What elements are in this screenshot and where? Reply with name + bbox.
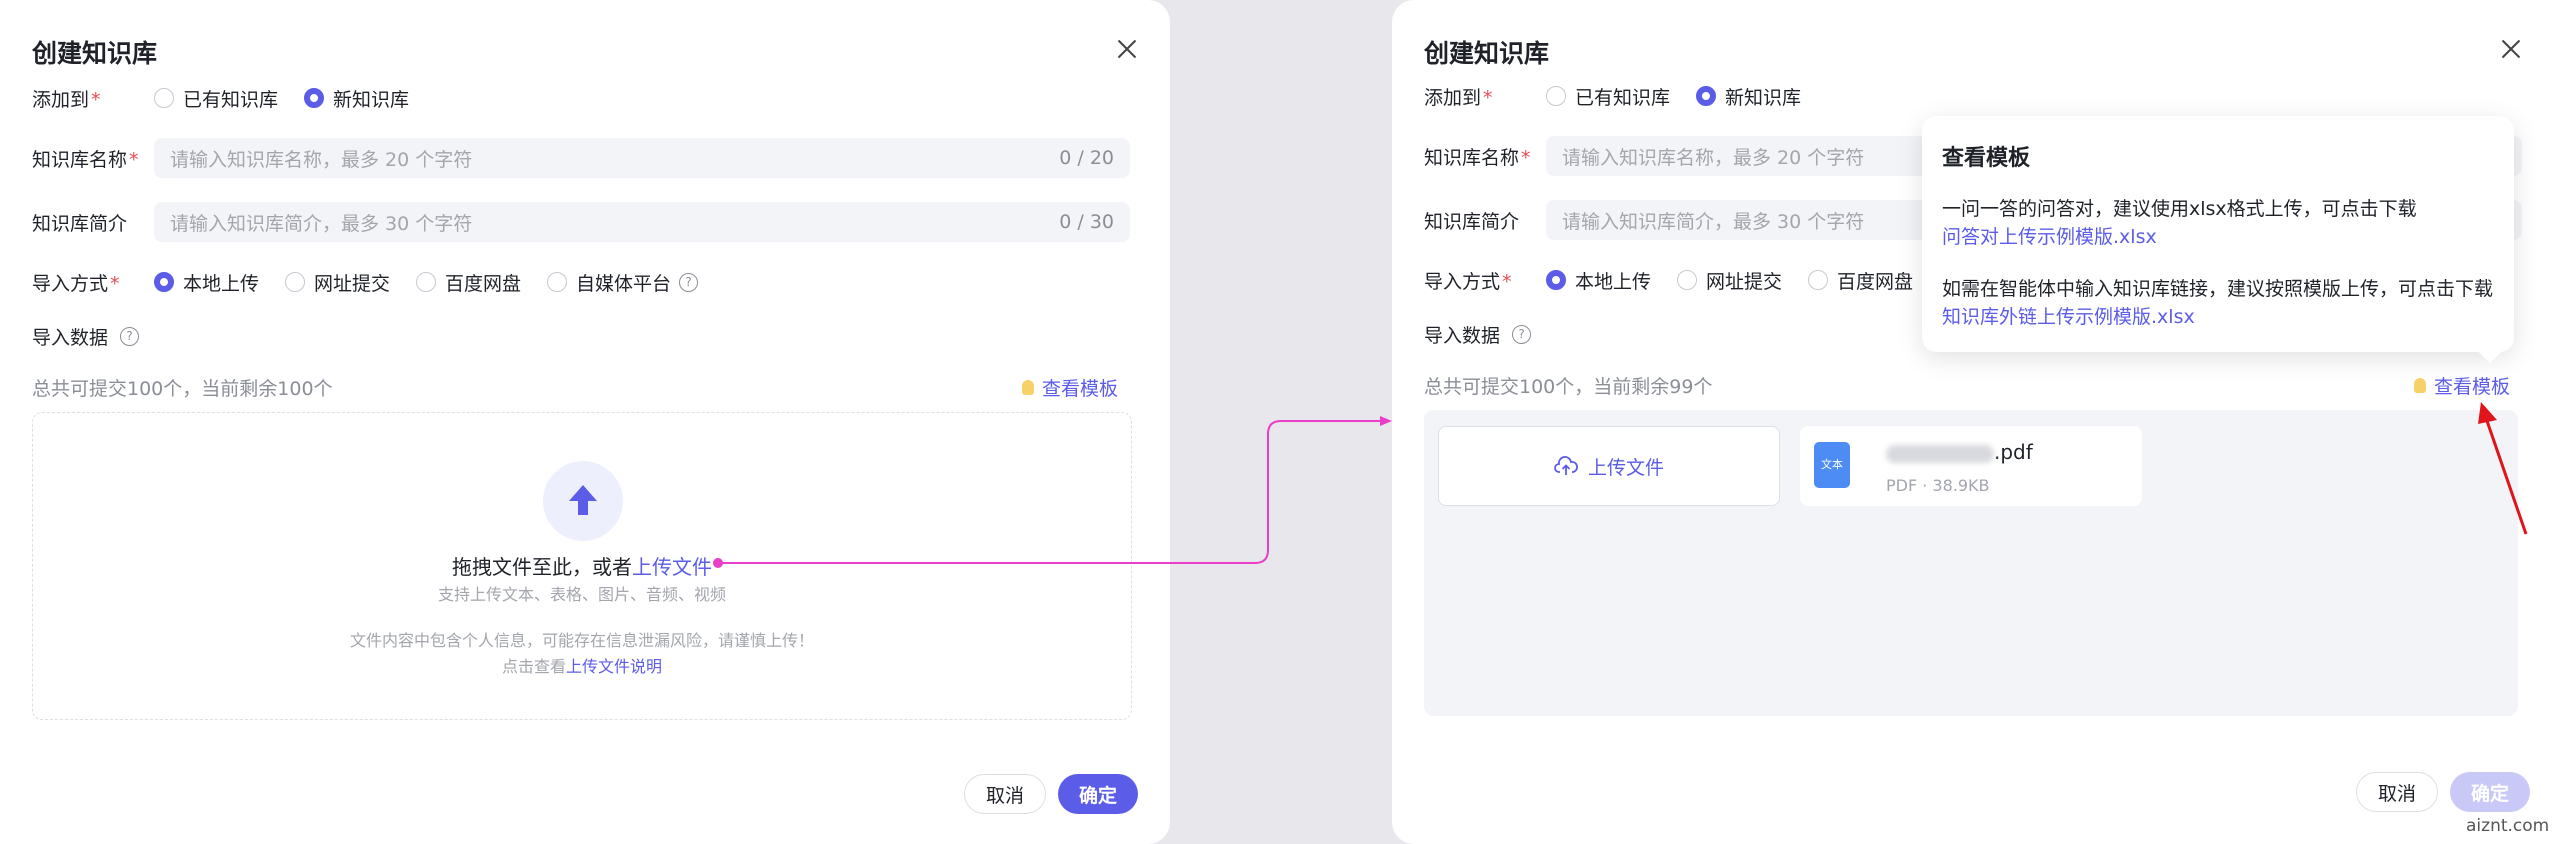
- view-template-link[interactable]: 查看模板: [2414, 372, 2510, 399]
- redacted-filename: [1886, 444, 1994, 463]
- drop-instruction: 拖拽文件至此，或者上传文件: [452, 555, 712, 579]
- privacy-warning: 文件内容中包含个人信息，可能存在信息泄漏风险，请谨慎上传！: [349, 631, 814, 650]
- confirm-button[interactable]: 确定: [2450, 772, 2530, 812]
- radio-url-submit[interactable]: 网址提交: [1677, 267, 1782, 294]
- kb-intro-label: 知识库简介: [32, 212, 128, 235]
- kb-name-input[interactable]: 请输入知识库名称，最多 20 个字符 0 / 20: [154, 138, 1130, 178]
- document-icon: 文本: [1814, 442, 1850, 488]
- qa-template-download-link[interactable]: 问答对上传示例模版.xlsx: [1942, 222, 2157, 249]
- add-to-label: 添加到 *: [1424, 86, 1493, 109]
- dialog-title: 创建知识库: [32, 39, 158, 68]
- template-popover: 查看模板 一问一答的问答对，建议使用xlsx格式上传，可点击下载 问答对上传示例…: [1922, 116, 2514, 352]
- kb-intro-row: 知识库简介 请输入知识库简介，最多 30 个字符 0 / 30: [32, 202, 1130, 242]
- popover-text-link: 如需在智能体中输入知识库链接，建议按照模版上传，可点击下载: [1942, 278, 2494, 300]
- help-icon[interactable]: ?: [1512, 324, 1532, 344]
- char-counter: 0 / 20: [1059, 147, 1114, 169]
- annotation-arrowhead: [1380, 416, 1392, 426]
- quota-text: 总共可提交100个，当前剩余99个: [1424, 376, 1713, 398]
- file-name: .pdf: [1886, 440, 2033, 464]
- kb-intro-input[interactable]: 请输入知识库简介，最多 30 个字符 0 / 30: [154, 202, 1130, 242]
- dialog-title: 创建知识库: [1424, 39, 1550, 68]
- char-counter: 0 / 30: [1059, 211, 1114, 233]
- radio-new-kb[interactable]: 新知识库: [304, 85, 409, 112]
- upload-guide-link[interactable]: 上传文件说明: [566, 657, 662, 676]
- close-icon[interactable]: [2498, 36, 2524, 62]
- popover-text-qa: 一问一答的问答对，建议使用xlsx格式上传，可点击下载: [1942, 198, 2417, 220]
- upload-support-text: 支持上传文本、表格、图片、音频、视频: [437, 585, 726, 604]
- bulb-icon: [1022, 380, 1034, 395]
- radio-new-kb[interactable]: 新知识库: [1696, 83, 1801, 110]
- help-icon[interactable]: ?: [679, 272, 699, 292]
- upload-file-button[interactable]: 上传文件: [1438, 426, 1780, 506]
- import-data-row: 导入数据 ?: [1424, 314, 1532, 354]
- kb-name-label: 知识库名称 *: [1424, 146, 1531, 169]
- cancel-button[interactable]: 取消: [964, 774, 1046, 814]
- upload-file-link[interactable]: 上传文件: [632, 555, 712, 579]
- view-template-link[interactable]: 查看模板: [1022, 374, 1118, 401]
- radio-existing-kb[interactable]: 已有知识库: [154, 85, 278, 112]
- help-icon[interactable]: ?: [120, 326, 140, 346]
- upload-arrow-icon: [543, 461, 623, 541]
- radio-baidu-pan[interactable]: 百度网盘: [416, 269, 521, 296]
- radio-url-submit[interactable]: 网址提交: [285, 269, 390, 296]
- import-method-label: 导入方式 *: [32, 272, 120, 295]
- radio-baidu-pan[interactable]: 百度网盘: [1808, 267, 1913, 294]
- kb-intro-label: 知识库简介: [1424, 210, 1520, 233]
- add-to-label: 添加到 *: [32, 88, 101, 111]
- import-data-label: 导入数据: [32, 326, 109, 349]
- import-method-label: 导入方式 *: [1424, 270, 1512, 293]
- kb-name-label: 知识库名称 *: [32, 148, 139, 171]
- uploaded-file-card[interactable]: 文本 .pdf PDF · 38.9KB: [1800, 426, 2142, 506]
- import-method-row: 导入方式 * 本地上传 网址提交 百度网盘 自媒体平台 ?: [32, 262, 699, 302]
- cloud-upload-icon: [1554, 456, 1578, 475]
- add-to-row: 添加到 * 已有知识库 新知识库: [1424, 76, 1827, 116]
- kb-name-row: 知识库名称 * 请输入知识库名称，最多 20 个字符 0 / 20: [32, 138, 1130, 178]
- close-icon[interactable]: [1114, 36, 1140, 62]
- confirm-button[interactable]: 确定: [1058, 774, 1138, 814]
- radio-local-upload[interactable]: 本地上传: [1546, 267, 1651, 294]
- upload-note: 点击查看上传文件说明: [501, 657, 663, 676]
- import-data-row: 导入数据 ?: [32, 316, 140, 356]
- import-data-label: 导入数据: [1424, 324, 1501, 347]
- radio-existing-kb[interactable]: 已有知识库: [1546, 83, 1670, 110]
- link-template-download-link[interactable]: 知识库外链上传示例模版.xlsx: [1942, 302, 2195, 329]
- add-to-row: 添加到 * 已有知识库 新知识库: [32, 78, 435, 118]
- radio-media-platform[interactable]: 自媒体平台: [547, 269, 671, 296]
- popover-title: 查看模板: [1942, 146, 2031, 171]
- watermark: aiznt.com: [2466, 816, 2550, 836]
- upload-file-area[interactable]: 上传文件 文本 .pdf PDF · 38.9KB: [1424, 410, 2518, 716]
- file-meta: PDF · 38.9KB: [1886, 476, 1990, 495]
- upload-dropzone[interactable]: 拖拽文件至此，或者上传文件 支持上传文本、表格、图片、音频、视频 文件内容中包含…: [32, 412, 1132, 720]
- quota-text: 总共可提交100个，当前剩余100个: [32, 378, 333, 400]
- import-method-row: 导入方式 * 本地上传 网址提交 百度网盘: [1424, 260, 1939, 300]
- radio-local-upload[interactable]: 本地上传: [154, 269, 259, 296]
- bulb-icon: [2414, 378, 2426, 393]
- cancel-button[interactable]: 取消: [2356, 772, 2438, 812]
- create-kb-dialog-left: 创建知识库 添加到 * 已有知识库 新知识库 知识库名称 * 请输入知识库名称，最多…: [0, 0, 1170, 844]
